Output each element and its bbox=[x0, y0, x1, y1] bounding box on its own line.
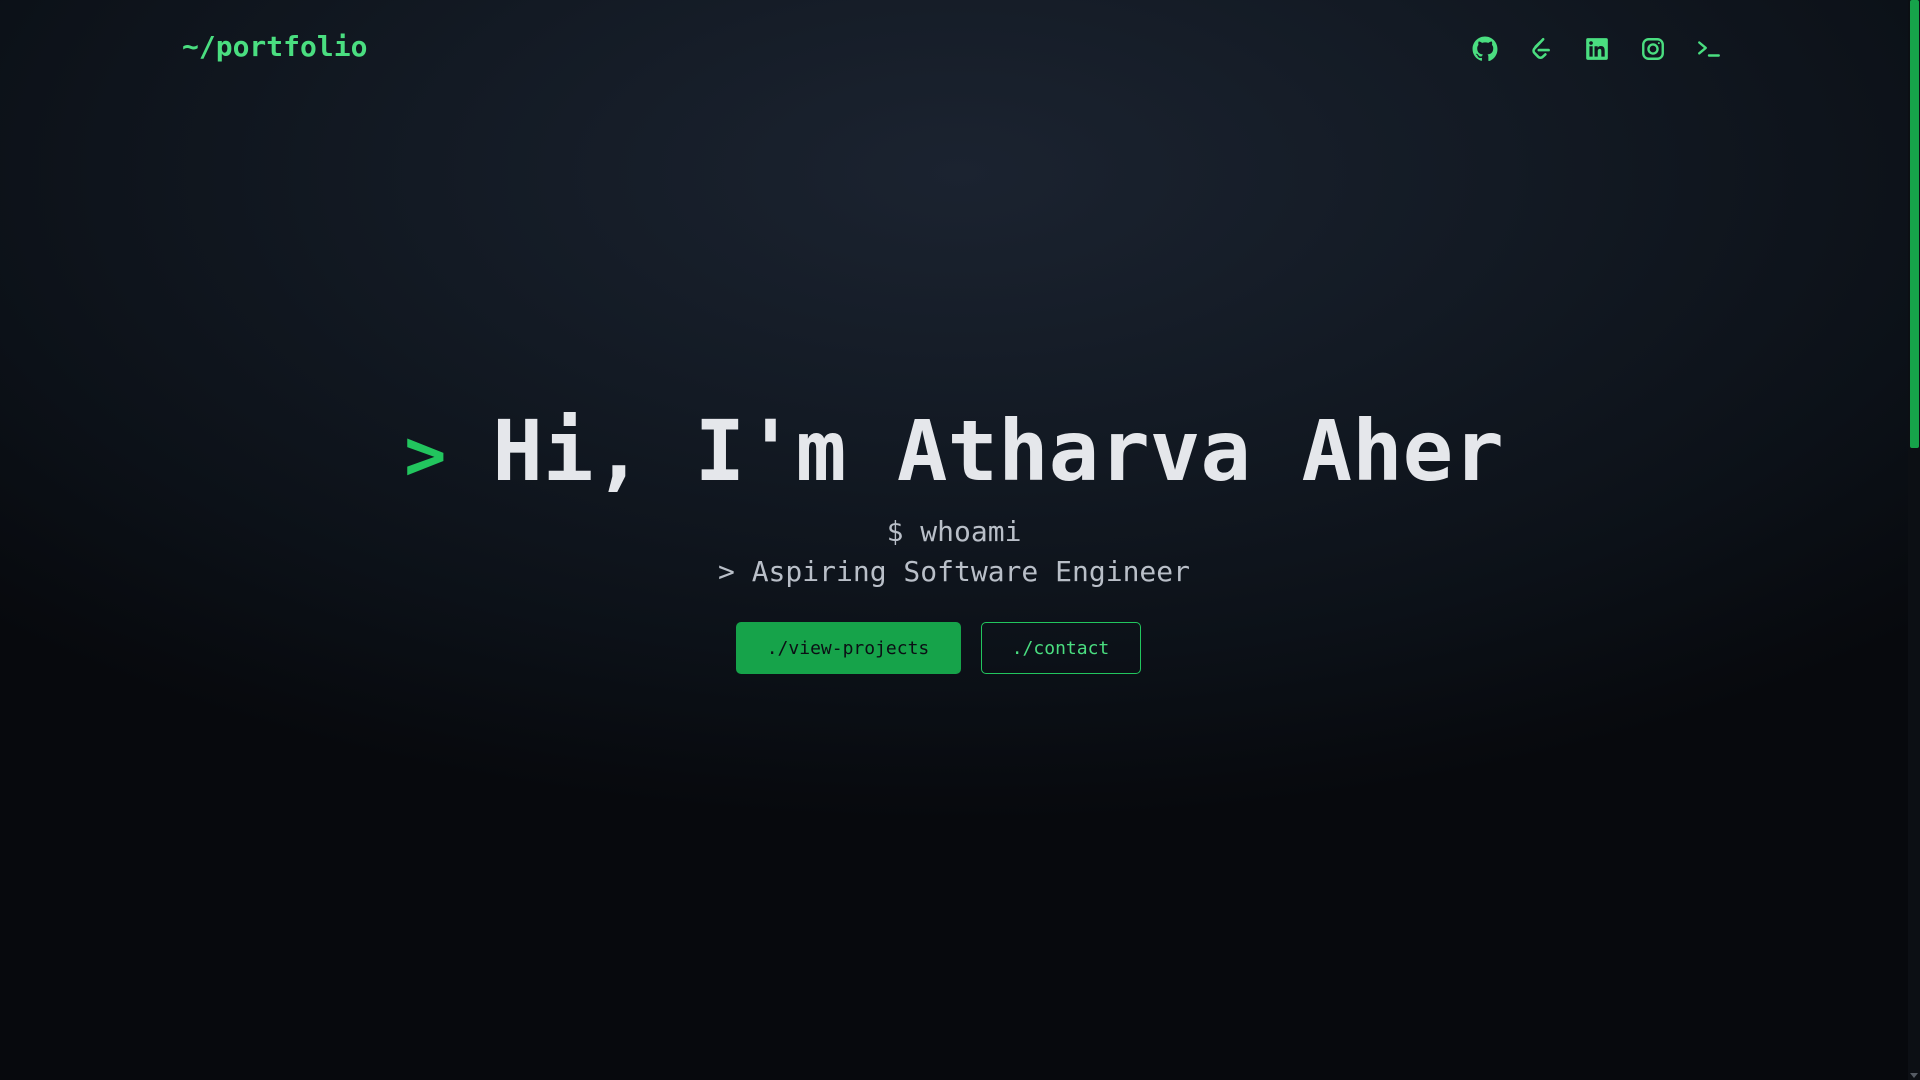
whoami-command: $ whoami bbox=[886, 515, 1022, 548]
view-projects-button[interactable]: ./view-projects bbox=[735, 622, 961, 674]
social-links bbox=[1470, 34, 1723, 63]
page: ~/portfolio > Hi, I'm Atharva Aher $ who… bbox=[0, 0, 1908, 1080]
leetcode-icon bbox=[1528, 36, 1554, 62]
linkedin-link[interactable] bbox=[1582, 34, 1611, 63]
linkedin-icon bbox=[1584, 36, 1610, 62]
leetcode-link[interactable] bbox=[1526, 34, 1555, 63]
scroll-down-arrow-icon[interactable] bbox=[1910, 1073, 1918, 1078]
hero-section: > Hi, I'm Atharva Aher $ whoami > Aspiri… bbox=[0, 400, 1908, 674]
terminal-icon bbox=[1696, 36, 1722, 62]
github-icon bbox=[1472, 36, 1498, 62]
contact-button[interactable]: ./contact bbox=[980, 622, 1141, 674]
role-output: > Aspiring Software Engineer bbox=[717, 555, 1190, 588]
scrollbar-thumb[interactable] bbox=[1910, 0, 1919, 448]
terminal-link[interactable] bbox=[1694, 34, 1723, 63]
instagram-link[interactable] bbox=[1638, 34, 1667, 63]
site-logo[interactable]: ~/portfolio bbox=[182, 30, 367, 63]
instagram-icon bbox=[1640, 36, 1666, 62]
prompt-caret: > bbox=[404, 414, 447, 496]
hero-buttons: ./view-projects ./contact bbox=[0, 622, 1908, 674]
github-link[interactable] bbox=[1470, 34, 1499, 63]
hero-title: > Hi, I'm Atharva Aher bbox=[404, 400, 1504, 502]
vertical-scrollbar[interactable] bbox=[1908, 0, 1920, 1080]
hero-title-text: Hi, I'm Atharva Aher bbox=[492, 402, 1504, 500]
